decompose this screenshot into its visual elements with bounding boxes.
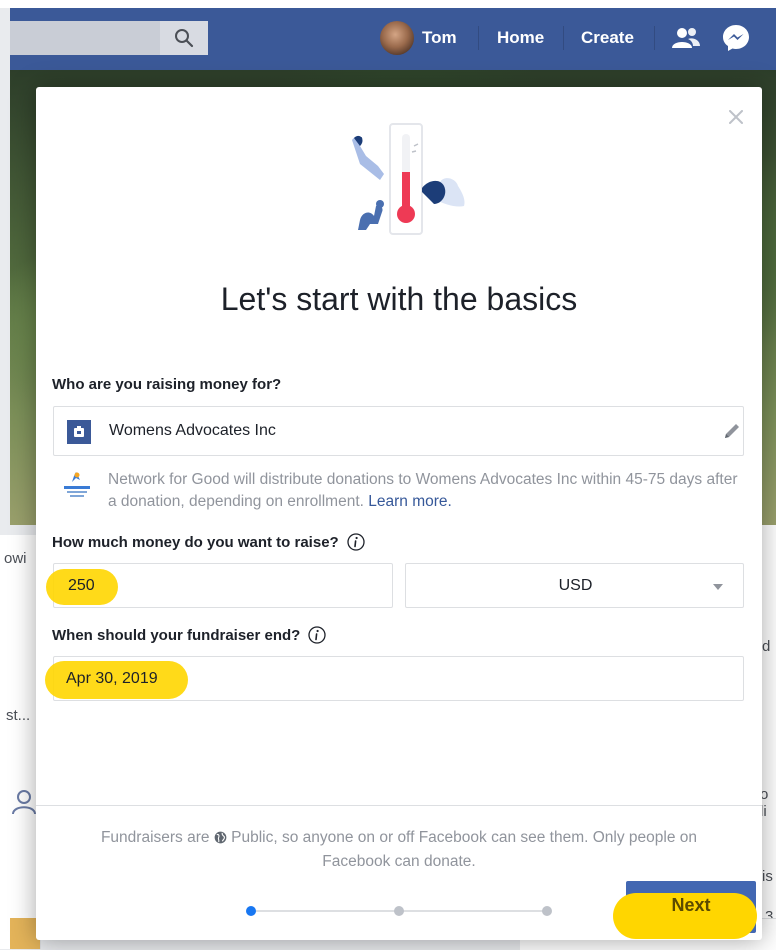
- background-text: owi: [4, 550, 27, 567]
- search-input[interactable]: [10, 21, 208, 55]
- background-text: is: [762, 868, 773, 885]
- privacy-notice: Fundraisers are Public, so anyone on or …: [66, 826, 732, 874]
- friend-requests-button[interactable]: [670, 23, 702, 53]
- background-text: o li: [760, 786, 769, 820]
- profile-link[interactable]: Tom: [380, 21, 457, 55]
- top-navigation-bar: Tom Home Create: [10, 8, 776, 70]
- top-strip: [0, 0, 776, 8]
- close-button[interactable]: [724, 105, 748, 129]
- privacy-notice-prefix: Fundraisers are: [100, 829, 210, 846]
- currency-value: USD: [558, 577, 593, 594]
- friends-icon: [672, 28, 700, 48]
- background-text: d: [762, 638, 771, 655]
- end-date-label: When should your fundraiser end?: [52, 626, 326, 644]
- end-date-input[interactable]: Apr 30, 2019: [45, 656, 744, 701]
- recipient-name: Womens Advocates Inc: [109, 422, 276, 439]
- amount-value: 250: [68, 577, 95, 594]
- step-2-dot: [394, 906, 404, 916]
- amount-label-text: How much money do you want to raise?: [52, 533, 339, 551]
- people-icon: [12, 790, 36, 815]
- avatar: [380, 21, 414, 55]
- amount-input[interactable]: 250: [46, 563, 393, 608]
- close-icon: [729, 110, 743, 124]
- progress-stepper: [244, 905, 554, 917]
- create-link[interactable]: Create: [581, 21, 634, 55]
- privacy-notice-text: Public, so anyone on or off Facebook can…: [231, 829, 698, 870]
- search-button[interactable]: [160, 21, 208, 55]
- messenger-button[interactable]: [720, 23, 752, 53]
- search-icon: [175, 29, 194, 48]
- create-fundraiser-dialog: Let's start with the basics Who are you …: [36, 87, 762, 940]
- info-icon[interactable]: [308, 626, 326, 644]
- pencil-icon[interactable]: [722, 421, 742, 441]
- nav-divider: [478, 26, 479, 50]
- amount-label: How much money do you want to raise?: [52, 533, 365, 551]
- messenger-icon: [723, 25, 749, 51]
- currency-select[interactable]: USD: [405, 563, 744, 608]
- end-date-value: Apr 30, 2019: [66, 670, 158, 687]
- recipient-label-text: Who are you raising money for?: [52, 376, 282, 393]
- step-1-dot: [246, 906, 256, 916]
- recipient-field[interactable]: Womens Advocates Inc: [53, 406, 744, 456]
- chevron-down-icon: [713, 584, 723, 590]
- charity-logo-glyph: [74, 426, 84, 437]
- next-button-label: Next: [671, 895, 711, 915]
- end-date-label-text: When should your fundraiser end?: [52, 626, 301, 644]
- dialog-title: Let's start with the basics: [220, 281, 578, 317]
- info-icon[interactable]: [347, 533, 365, 551]
- learn-more-link[interactable]: Learn more.: [368, 493, 452, 510]
- background-card-left: [0, 535, 41, 949]
- nav-divider: [563, 26, 564, 50]
- profile-name: Tom: [422, 28, 457, 47]
- recipient-label: Who are you raising money for?: [52, 376, 281, 393]
- fundraiser-illustration: [352, 123, 465, 235]
- step-3-dot: [542, 906, 552, 916]
- nav-divider: [654, 26, 655, 50]
- home-link[interactable]: Home: [497, 21, 544, 55]
- network-for-good-logo: [64, 472, 90, 497]
- background-text: st...: [6, 707, 31, 724]
- globe-icon: [214, 831, 227, 844]
- distribution-notice: Network for Good will distribute donatio…: [108, 469, 748, 513]
- charity-logo: [67, 420, 91, 444]
